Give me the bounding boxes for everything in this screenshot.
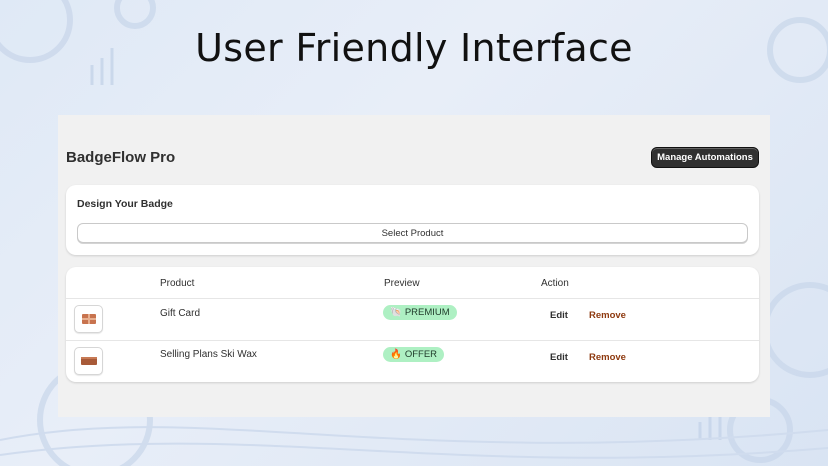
product-name: Selling Plans Ski Wax <box>160 349 257 360</box>
remove-button[interactable]: Remove <box>589 310 626 321</box>
headline: User Friendly Interface <box>195 26 633 70</box>
remove-button[interactable]: Remove <box>589 352 626 363</box>
product-thumbnail[interactable] <box>74 347 103 375</box>
gift-card-icon <box>81 314 96 324</box>
header-preview: Preview <box>384 278 420 289</box>
header-product: Product <box>160 278 195 289</box>
ski-wax-icon <box>80 357 97 365</box>
row-divider <box>66 340 759 341</box>
badge-label: PREMIUM <box>404 307 450 318</box>
header-action: Action <box>541 278 569 289</box>
design-badge-title: Design Your Badge <box>77 198 173 210</box>
badge-label: OFFER <box>404 349 438 360</box>
edit-button[interactable]: Edit <box>550 310 568 321</box>
shell-icon: 🐚 <box>390 307 402 318</box>
badge-table: Product Preview Action Gift Card 🐚 PREMI… <box>66 267 759 382</box>
product-name: Gift Card <box>160 308 201 319</box>
fire-icon: 🔥 <box>390 349 402 360</box>
app-panel: BadgeFlow Pro Manage Automations Design … <box>58 115 770 417</box>
manage-automations-button[interactable]: Manage Automations <box>651 147 759 168</box>
badge-preview: 🔥 OFFER <box>383 347 445 362</box>
header-divider <box>66 298 759 299</box>
product-thumbnail[interactable] <box>74 305 103 333</box>
edit-button[interactable]: Edit <box>550 352 568 363</box>
app-title: BadgeFlow Pro <box>66 149 176 166</box>
select-product-button[interactable]: Select Product <box>77 223 748 243</box>
badge-preview: 🐚 PREMIUM <box>383 305 457 320</box>
design-badge-card: Design Your Badge Select Product <box>66 185 759 255</box>
